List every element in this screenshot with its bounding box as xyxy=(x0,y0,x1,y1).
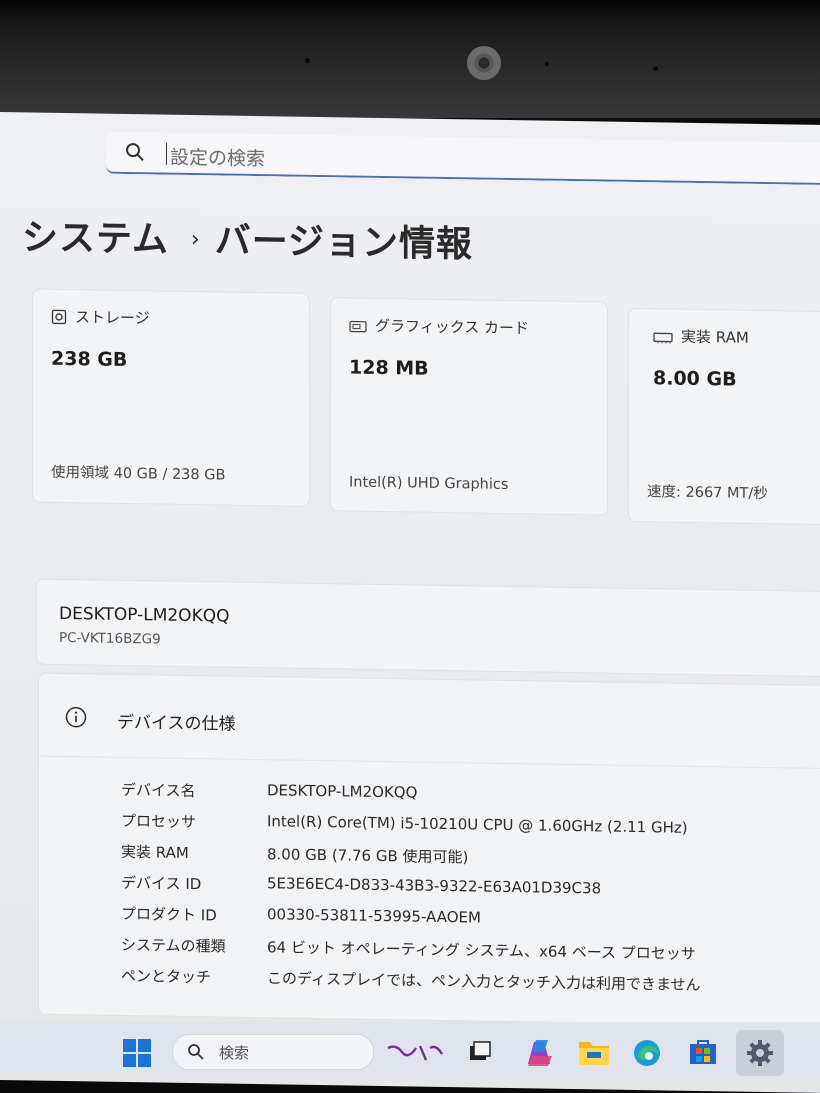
storage-card-label: ストレージ xyxy=(51,306,150,329)
ram-card[interactable]: 実装 RAM 8.00 GB 速度: 2667 MT/秒 xyxy=(628,307,820,526)
storage-card[interactable]: ストレージ 238 GB 使用領域 40 GB / 238 GB xyxy=(32,288,310,507)
breadcrumb: システム › バージョン情報 xyxy=(22,208,473,267)
page-title: バージョン情報 xyxy=(214,220,474,266)
search-placeholder[interactable]: 設定の検索 xyxy=(170,143,265,171)
text-caret xyxy=(166,142,167,165)
settings-search-box[interactable]: 設定の検索 xyxy=(106,131,820,186)
store-icon[interactable] xyxy=(688,1038,718,1066)
graphics-adapter: Intel(R) UHD Graphics xyxy=(349,474,509,493)
device-model: PC-VKT16BZG9 xyxy=(59,629,161,648)
spec-value: DESKTOP-LM2OKQQ xyxy=(267,781,418,802)
ram-card-label: 実装 RAM xyxy=(653,325,749,348)
spec-key: デバイス ID xyxy=(121,873,202,894)
device-specs-header[interactable]: デバイスの仕様 xyxy=(39,673,820,770)
taskbar: 検索 xyxy=(0,1022,820,1080)
laptop-bezel xyxy=(0,0,820,118)
spec-key: プロセッサ xyxy=(121,811,197,832)
spec-key: 実装 RAM xyxy=(121,842,189,862)
spec-key: プロダクト ID xyxy=(121,904,217,925)
storage-icon xyxy=(51,309,67,325)
chevron-right-icon: › xyxy=(190,226,201,253)
webcam xyxy=(467,46,501,80)
copilot-icon[interactable] xyxy=(522,1036,556,1070)
search-icon xyxy=(188,1044,204,1060)
widgets-icon[interactable] xyxy=(386,1042,444,1064)
bezel-sensor xyxy=(305,58,310,63)
device-specs-section: デバイスの仕様 デバイス名 DESKTOP-LM2OKQQ プロセッサ Intel(… xyxy=(38,672,820,1028)
graphics-card-label: グラフィックス カード xyxy=(349,314,529,338)
search-icon xyxy=(126,143,144,161)
ram-icon xyxy=(653,332,673,344)
file-explorer-icon[interactable] xyxy=(578,1038,610,1066)
ram-speed: 速度: 2667 MT/秒 xyxy=(647,484,768,503)
spec-value: 5E3E6EC4-D833-43B3-9322-E63A01D39C38 xyxy=(267,874,602,898)
spec-value: 8.00 GB (7.76 GB 使用可能) xyxy=(267,845,469,867)
device-specs-title: デバイスの仕様 xyxy=(117,712,236,735)
spec-key: システムの種類 xyxy=(121,935,226,956)
task-view-icon[interactable] xyxy=(468,1040,492,1064)
gear-icon xyxy=(747,1040,773,1066)
taskbar-search[interactable]: 検索 xyxy=(172,1034,374,1070)
storage-label-text: ストレージ xyxy=(75,308,150,328)
storage-usage: 使用領域 40 GB / 238 GB xyxy=(51,464,226,484)
settings-app-active[interactable] xyxy=(736,1030,784,1076)
spec-key: デバイス名 xyxy=(121,780,196,801)
start-button[interactable] xyxy=(122,1038,152,1068)
spec-value: このディスプレイでは、ペン入力とタッチ入力は利用できません xyxy=(267,969,701,995)
spec-value: 64 ビット オペレーティング システム、x64 ベース プロセッサ xyxy=(267,938,696,963)
device-name: DESKTOP-LM2OKQQ xyxy=(59,603,230,627)
spec-key: ペンとタッチ xyxy=(121,966,212,987)
bezel-sensor xyxy=(545,62,549,66)
info-icon xyxy=(65,706,87,728)
graphics-label-text: グラフィックス カード xyxy=(375,316,530,338)
graphics-card-icon xyxy=(349,320,367,333)
edge-browser-icon[interactable] xyxy=(632,1038,662,1068)
storage-size: 238 GB xyxy=(51,347,128,372)
settings-window: 設定の検索 システム › バージョン情報 ストレージ 238 GB 使用領域 40 … xyxy=(0,112,820,1093)
spec-value: 00330-53811-53995-AAOEM xyxy=(267,905,481,927)
bezel-sensor xyxy=(653,66,658,71)
graphics-memory: 128 MB xyxy=(349,356,429,380)
ram-label-text: 実装 RAM xyxy=(681,327,749,347)
ram-size: 8.00 GB xyxy=(653,367,737,391)
graphics-card[interactable]: グラフィックス カード 128 MB Intel(R) UHD Graphics xyxy=(330,297,608,516)
taskbar-search-label: 検索 xyxy=(219,1044,250,1062)
spec-value: Intel(R) Core(TM) i5-10210U CPU @ 1.60GH… xyxy=(267,812,688,837)
breadcrumb-parent[interactable]: システム xyxy=(22,217,169,260)
device-name-section[interactable]: DESKTOP-LM2OKQQ PC-VKT16BZG9 xyxy=(36,578,820,678)
